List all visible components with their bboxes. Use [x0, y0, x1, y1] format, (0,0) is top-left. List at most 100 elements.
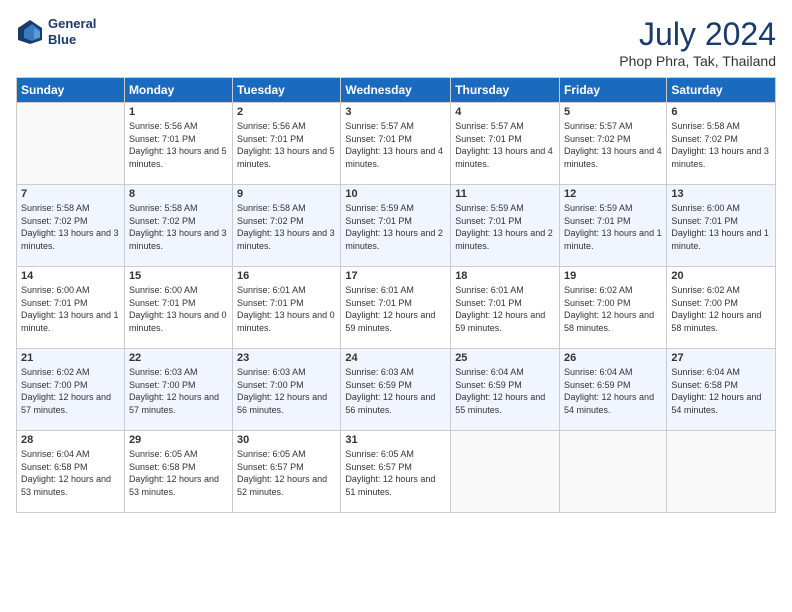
- day-number: 16: [237, 270, 336, 282]
- day-info: Sunrise: 5:58 AMSunset: 7:02 PMDaylight:…: [21, 202, 120, 252]
- day-number: 21: [21, 352, 120, 364]
- day-info: Sunrise: 5:58 AMSunset: 7:02 PMDaylight:…: [129, 202, 228, 252]
- day-info: Sunrise: 6:04 AMSunset: 6:59 PMDaylight:…: [564, 366, 662, 416]
- day-number: 20: [671, 270, 771, 282]
- day-info: Sunrise: 6:01 AMSunset: 7:01 PMDaylight:…: [455, 284, 555, 334]
- day-info: Sunrise: 6:02 AMSunset: 7:00 PMDaylight:…: [21, 366, 120, 416]
- day-number: 28: [21, 434, 120, 446]
- calendar-cell: 16 Sunrise: 6:01 AMSunset: 7:01 PMDayligh…: [233, 267, 341, 349]
- calendar-cell: 9Sunrise: 5:58 AMSunset: 7:02 PMDaylight…: [233, 185, 341, 267]
- calendar-cell: 31 Sunrise: 6:05 AMSunset: 6:57 PMDayligh…: [341, 431, 451, 513]
- day-info: Sunrise: 5:59 AMSunset: 7:01 PMDaylight:…: [455, 202, 555, 252]
- day-number: 26: [564, 352, 662, 364]
- day-number: 30: [237, 434, 336, 446]
- day-number: 9: [237, 188, 336, 200]
- day-info: Sunrise: 6:00 AMSunset: 7:01 PMDaylight:…: [21, 284, 120, 334]
- calendar-cell: 12 Sunrise: 5:59 AMSunset: 7:01 PMDayligh…: [560, 185, 667, 267]
- calendar-cell: 13Sunrise: 6:00 AMSunset: 7:01 PMDayligh…: [667, 185, 776, 267]
- day-info: Sunrise: 6:04 AMSunset: 6:58 PMDaylight:…: [671, 366, 771, 416]
- day-number: 14: [21, 270, 120, 282]
- calendar-cell: 25 Sunrise: 6:04 AMSunset: 6:59 PMDayligh…: [451, 349, 560, 431]
- calendar-cell: 8 Sunrise: 5:58 AMSunset: 7:02 PMDaylight…: [124, 185, 232, 267]
- day-info: Sunrise: 6:03 AMSunset: 6:59 PMDaylight:…: [345, 366, 446, 416]
- day-info: Sunrise: 6:05 AMSunset: 6:57 PMDaylight:…: [345, 448, 446, 498]
- calendar-cell: 14 Sunrise: 6:00 AMSunset: 7:01 PMDayligh…: [17, 267, 125, 349]
- calendar-cell: 28 Sunrise: 6:04 AMSunset: 6:58 PMDayligh…: [17, 431, 125, 513]
- day-info: Sunrise: 6:05 AMSunset: 6:58 PMDaylight:…: [129, 448, 228, 498]
- day-info: Sunrise: 6:02 AMSunset: 7:00 PMDaylight:…: [671, 284, 771, 334]
- day-number: 18: [455, 270, 555, 282]
- day-info: Sunrise: 5:59 AMSunset: 7:01 PMDaylight:…: [564, 202, 662, 252]
- day-info: Sunrise: 6:00 AMSunset: 7:01 PMDaylight:…: [671, 202, 771, 252]
- day-info: Sunrise: 6:04 AMSunset: 6:59 PMDaylight:…: [455, 366, 555, 416]
- day-info: Sunrise: 6:04 AMSunset: 6:58 PMDaylight:…: [21, 448, 120, 498]
- calendar-cell: 19 Sunrise: 6:02 AMSunset: 7:00 PMDayligh…: [560, 267, 667, 349]
- calendar-cell: 21 Sunrise: 6:02 AMSunset: 7:00 PMDayligh…: [17, 349, 125, 431]
- header: General Blue July 2024 Phop Phra, Tak, T…: [16, 16, 776, 69]
- day-number: 15: [129, 270, 228, 282]
- day-number: 17: [345, 270, 446, 282]
- calendar-cell: 4 Sunrise: 5:57 AMSunset: 7:01 PMDaylight…: [451, 103, 560, 185]
- day-info: Sunrise: 6:02 AMSunset: 7:00 PMDaylight:…: [564, 284, 662, 334]
- calendar-cell: [560, 431, 667, 513]
- header-day-tuesday: Tuesday: [233, 78, 341, 103]
- month-title: July 2024: [619, 16, 776, 53]
- calendar-cell: 17Sunrise: 6:01 AMSunset: 7:01 PMDayligh…: [341, 267, 451, 349]
- day-number: 25: [455, 352, 555, 364]
- day-number: 4: [455, 106, 555, 118]
- week-row-4: 21 Sunrise: 6:02 AMSunset: 7:00 PMDayligh…: [17, 349, 776, 431]
- logo-line2: Blue: [48, 32, 96, 48]
- header-day-friday: Friday: [560, 78, 667, 103]
- day-number: 31: [345, 434, 446, 446]
- calendar-cell: [17, 103, 125, 185]
- day-number: 22: [129, 352, 228, 364]
- week-row-2: 7Sunrise: 5:58 AMSunset: 7:02 PMDaylight…: [17, 185, 776, 267]
- calendar-cell: 5Sunrise: 5:57 AMSunset: 7:02 PMDaylight…: [560, 103, 667, 185]
- calendar-cell: 1 Sunrise: 5:56 AMSunset: 7:01 PMDaylight…: [124, 103, 232, 185]
- calendar-cell: 26 Sunrise: 6:04 AMSunset: 6:59 PMDayligh…: [560, 349, 667, 431]
- calendar-cell: 18 Sunrise: 6:01 AMSunset: 7:01 PMDayligh…: [451, 267, 560, 349]
- day-number: 27: [671, 352, 771, 364]
- day-number: 19: [564, 270, 662, 282]
- day-info: Sunrise: 5:57 AMSunset: 7:01 PMDaylight:…: [345, 120, 446, 170]
- location: Phop Phra, Tak, Thailand: [619, 53, 776, 69]
- header-day-sunday: Sunday: [17, 78, 125, 103]
- day-info: Sunrise: 5:56 AMSunset: 7:01 PMDaylight:…: [129, 120, 228, 170]
- calendar-cell: 11 Sunrise: 5:59 AMSunset: 7:01 PMDayligh…: [451, 185, 560, 267]
- calendar-cell: 20 Sunrise: 6:02 AMSunset: 7:00 PMDayligh…: [667, 267, 776, 349]
- day-info: Sunrise: 6:03 AMSunset: 7:00 PMDaylight:…: [129, 366, 228, 416]
- day-info: Sunrise: 5:57 AMSunset: 7:01 PMDaylight:…: [455, 120, 555, 170]
- day-number: 12: [564, 188, 662, 200]
- calendar-cell: 6Sunrise: 5:58 AMSunset: 7:02 PMDaylight…: [667, 103, 776, 185]
- day-number: 2: [237, 106, 336, 118]
- day-info: Sunrise: 6:01 AMSunset: 7:01 PMDaylight:…: [237, 284, 336, 334]
- header-day-saturday: Saturday: [667, 78, 776, 103]
- day-number: 23: [237, 352, 336, 364]
- calendar-cell: 27 Sunrise: 6:04 AMSunset: 6:58 PMDayligh…: [667, 349, 776, 431]
- calendar-cell: [667, 431, 776, 513]
- logo-line1: General: [48, 16, 96, 32]
- calendar-cell: 30Sunrise: 6:05 AMSunset: 6:57 PMDayligh…: [233, 431, 341, 513]
- logo: General Blue: [16, 16, 96, 47]
- day-info: Sunrise: 5:57 AMSunset: 7:02 PMDaylight:…: [564, 120, 662, 170]
- page-container: General Blue July 2024 Phop Phra, Tak, T…: [0, 0, 792, 612]
- logo-icon: [16, 18, 44, 46]
- day-number: 8: [129, 188, 228, 200]
- header-day-monday: Monday: [124, 78, 232, 103]
- day-number: 10: [345, 188, 446, 200]
- calendar-cell: 24 Sunrise: 6:03 AMSunset: 6:59 PMDayligh…: [341, 349, 451, 431]
- day-number: 3: [345, 106, 446, 118]
- day-number: 11: [455, 188, 555, 200]
- day-number: 1: [129, 106, 228, 118]
- header-row: SundayMondayTuesdayWednesdayThursdayFrid…: [17, 78, 776, 103]
- day-number: 24: [345, 352, 446, 364]
- calendar-cell: 2 Sunrise: 5:56 AMSunset: 7:01 PMDaylight…: [233, 103, 341, 185]
- calendar-cell: 10Sunrise: 5:59 AMSunset: 7:01 PMDayligh…: [341, 185, 451, 267]
- calendar-cell: 3 Sunrise: 5:57 AMSunset: 7:01 PMDaylight…: [341, 103, 451, 185]
- calendar-table: SundayMondayTuesdayWednesdayThursdayFrid…: [16, 77, 776, 513]
- calendar-body: 1 Sunrise: 5:56 AMSunset: 7:01 PMDaylight…: [17, 103, 776, 513]
- calendar-cell: 7Sunrise: 5:58 AMSunset: 7:02 PMDaylight…: [17, 185, 125, 267]
- day-number: 29: [129, 434, 228, 446]
- header-day-wednesday: Wednesday: [341, 78, 451, 103]
- day-info: Sunrise: 5:56 AMSunset: 7:01 PMDaylight:…: [237, 120, 336, 170]
